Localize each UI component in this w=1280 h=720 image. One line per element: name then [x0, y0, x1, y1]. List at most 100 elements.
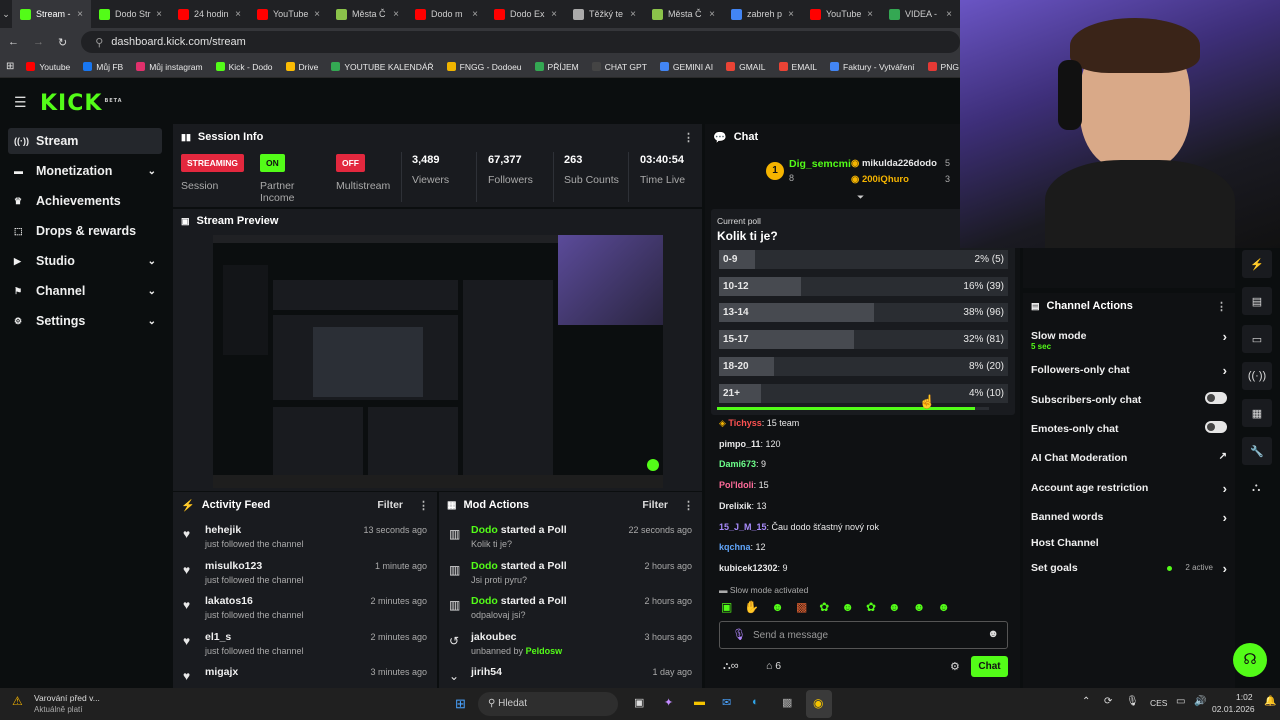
channel-action-slow-mode[interactable]: Slow mode 5 sec ›: [1031, 329, 1227, 351]
bookmark-item[interactable]: Faktury - Vytváření: [830, 62, 915, 72]
poll-option[interactable]: 10-12 16% (39): [719, 276, 1008, 296]
mod-name[interactable]: Peldosw: [526, 646, 563, 656]
toggle-switch[interactable]: [1205, 392, 1227, 404]
bookmark-item[interactable]: CHAT GPT: [591, 62, 647, 72]
filter-button[interactable]: Filter: [642, 499, 668, 511]
mod-actor[interactable]: Dodo: [471, 595, 498, 607]
emote-icon[interactable]: ☻: [771, 600, 784, 614]
channel-action-host-channel[interactable]: Host Channel: [1031, 537, 1227, 549]
menu-icon[interactable]: ☰: [14, 94, 27, 111]
browser-tab[interactable]: Města Č ×: [328, 0, 407, 28]
url-field[interactable]: ⚲ dashboard.kick.com/stream: [81, 31, 960, 53]
layout-icon[interactable]: ▦: [1242, 399, 1272, 427]
sidebar-item-settings[interactable]: ⚙ Settings ⌄: [8, 308, 162, 334]
windows-start-icon[interactable]: ⊞: [455, 696, 466, 712]
gifter-2[interactable]: ◉ mikulda226dodo: [851, 158, 937, 169]
mod-actor[interactable]: jirih54: [471, 666, 502, 678]
gifter-3[interactable]: ◉ 200iQhuro: [851, 174, 909, 185]
mod-action-item[interactable]: ▥ Dodo started a Poll odpalovaj jsi? 2 hour…: [439, 589, 702, 625]
sidebar-item-channel[interactable]: ⚑ Channel ⌄: [8, 278, 162, 304]
mod-action-item[interactable]: ▥ Dodo started a Poll Jsi proti pyru? 2 hou…: [439, 554, 702, 590]
terminal-icon[interactable]: ▩: [782, 696, 792, 709]
poll-option[interactable]: 18-20 8% (20): [719, 356, 1008, 376]
sidebar-item-drops-rewards[interactable]: ⬚ Drops & rewards: [8, 218, 162, 244]
volume-icon[interactable]: 🔊: [1194, 696, 1206, 707]
microphone-icon[interactable]: 🎙: [1126, 696, 1139, 707]
chat-username[interactable]: Pol'ldoli: [719, 480, 754, 490]
stream-preview-video[interactable]: [213, 235, 663, 488]
browser-tab[interactable]: Stream - ×: [12, 0, 91, 28]
channel-action-account-age-restriction[interactable]: Account age restriction ›: [1031, 481, 1227, 496]
bookmark-item[interactable]: PNG to PDF: [927, 62, 960, 72]
browser-tab[interactable]: VIDEA - ×: [881, 0, 960, 28]
chrome-taskbar-button[interactable]: ◉: [806, 690, 832, 718]
apps-icon[interactable]: ⊞: [6, 61, 14, 72]
bookmark-item[interactable]: Drive: [285, 62, 318, 72]
close-icon[interactable]: ×: [393, 9, 399, 20]
browser-tab[interactable]: 24 hodin ×: [170, 0, 249, 28]
channel-action-followers-only-chat[interactable]: Followers-only chat ›: [1031, 363, 1227, 378]
channel-action-subscribers-only-chat[interactable]: Subscribers-only chat: [1031, 392, 1227, 406]
more-options-icon[interactable]: ⋮: [683, 131, 694, 144]
browser-tab[interactable]: Dodo m ×: [407, 0, 486, 28]
activity-item[interactable]: ♥ el1_s just followed the channel 2 minutes…: [173, 625, 437, 661]
activity-item[interactable]: ♥ misulko123 just followed the channel 1 mi…: [173, 554, 437, 590]
browser-tab[interactable]: zabreh p ×: [723, 0, 802, 28]
filter-button[interactable]: Filter: [377, 499, 403, 511]
chat-username[interactable]: Tichyss: [728, 418, 761, 428]
chat-username[interactable]: kubicek12302: [719, 563, 778, 573]
channel-action-emotes-only-chat[interactable]: Emotes-only chat: [1031, 421, 1227, 435]
emote-icon[interactable]: ✋: [744, 600, 759, 614]
emote-icon[interactable]: ▩: [796, 600, 807, 614]
browser-tab[interactable]: YouTube ×: [249, 0, 328, 28]
chat-username[interactable]: pimpo_11: [719, 439, 761, 449]
bookmark-item[interactable]: EMAIL: [778, 62, 817, 72]
edge-icon[interactable]: ◐: [752, 696, 759, 708]
poll-option[interactable]: 0-9 2% (5): [719, 250, 1008, 269]
emote-icon[interactable]: ☻: [913, 600, 926, 614]
weather-warning-title[interactable]: Varování před v...: [34, 693, 100, 703]
bookmark-item[interactable]: YOUTUBE KALENDÁŘ: [331, 62, 434, 72]
network-icon[interactable]: ▭: [1176, 696, 1185, 707]
emote-icon[interactable]: ☻: [937, 600, 950, 614]
bookmark-item[interactable]: Kick - Dodo: [215, 62, 273, 72]
forward-icon[interactable]: →: [33, 36, 44, 48]
mod-action-item[interactable]: ↺ jakoubec unbanned by Peldosw 3 hours ago: [439, 625, 702, 661]
copilot-icon[interactable]: ✦: [664, 696, 673, 709]
sidebar-item-monetization[interactable]: ▬ Monetization ⌄: [8, 158, 162, 184]
bookmark-item[interactable]: Youtube: [26, 62, 70, 72]
close-icon[interactable]: ×: [235, 9, 241, 20]
activity-item[interactable]: ♥ hehejik just followed the channel 13 seco…: [173, 518, 437, 554]
taskbar-search[interactable]: ⚲ Hledat: [478, 692, 618, 716]
quick-action-icon[interactable]: ⚡: [1242, 250, 1272, 278]
browser-tab[interactable]: Těžký te ×: [565, 0, 644, 28]
bookmark-item[interactable]: Můj instagram: [136, 62, 203, 72]
sidebar-item-studio[interactable]: ▶ Studio ⌄: [8, 248, 162, 274]
poll-option[interactable]: 13-14 38% (96): [719, 303, 1008, 323]
mod-actor[interactable]: Dodo: [471, 524, 498, 536]
mod-action-item[interactable]: ▥ Dodo started a Poll Kolik ti je? 22 secon…: [439, 518, 702, 554]
emote-icon[interactable]: ▣: [721, 600, 732, 614]
chat-username[interactable]: Drelixik: [719, 501, 752, 511]
folder-icon[interactable]: ▬: [694, 696, 705, 708]
reload-icon[interactable]: ↻: [58, 36, 67, 49]
chat-username[interactable]: kqchna: [719, 542, 751, 552]
bookmark-item[interactable]: GMAIL: [726, 62, 766, 72]
notes-icon[interactable]: ▤: [1242, 287, 1272, 315]
bookmark-item[interactable]: Můj FB: [83, 62, 123, 72]
sync-icon[interactable]: ⟳: [1104, 696, 1112, 707]
points[interactable]: ⌂ 6: [766, 660, 781, 672]
mod-actor[interactable]: Dodo: [471, 560, 498, 572]
chat-input[interactable]: 🎙 Send a message ☻: [719, 621, 1008, 649]
channel-action-banned-words[interactable]: Banned words ›: [1031, 510, 1227, 525]
tab-search-icon[interactable]: ⌄: [0, 0, 12, 28]
close-icon[interactable]: ×: [156, 9, 162, 20]
channel-action-set-goals[interactable]: Set goals › 2 active: [1031, 561, 1227, 576]
emote-icon[interactable]: ✿: [819, 600, 829, 614]
outlook-icon[interactable]: ✉: [722, 696, 731, 709]
help-icon[interactable]: ☊: [1233, 643, 1267, 677]
poll-option[interactable]: 15-17 32% (81): [719, 330, 1008, 350]
close-icon[interactable]: ×: [946, 9, 952, 20]
bookmark-item[interactable]: PŘÍJEM: [534, 62, 579, 72]
channel-action-ai-chat-moderation[interactable]: AI Chat Moderation ↗: [1031, 451, 1227, 464]
